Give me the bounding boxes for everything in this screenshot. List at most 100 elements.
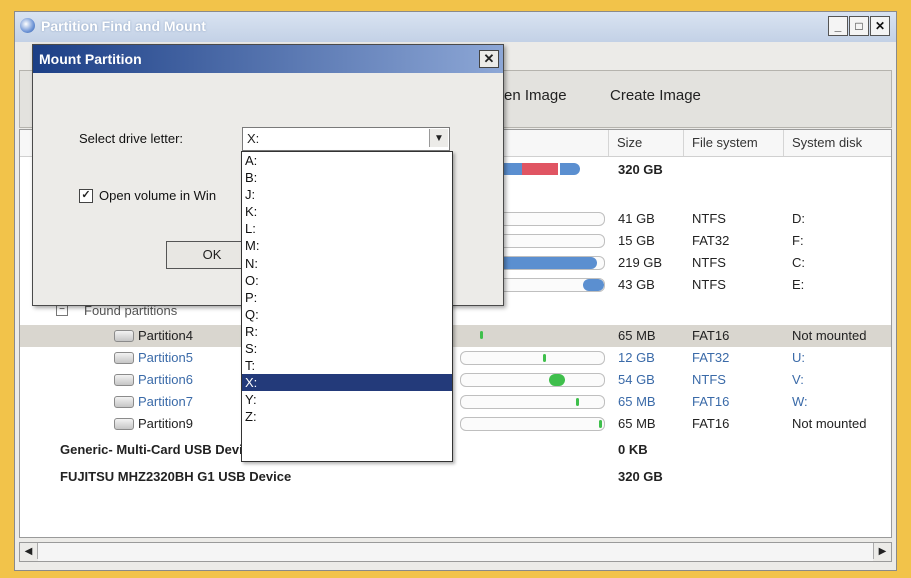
usage-tick xyxy=(599,420,602,428)
dialog-close-icon[interactable]: ✕ xyxy=(479,50,499,68)
disk-usage-bar xyxy=(490,163,602,175)
partition-fs: FAT16 xyxy=(692,416,730,431)
partition-size: 41 GB xyxy=(618,211,655,226)
drive-letter-option[interactable]: Q: xyxy=(242,306,452,323)
chevron-down-icon[interactable]: ▼ xyxy=(429,129,448,147)
partition-name: Partition7 xyxy=(138,394,193,409)
usage-bar xyxy=(460,351,605,365)
usage-tick xyxy=(480,331,483,339)
drive-icon xyxy=(114,418,134,430)
drive-letter-option[interactable]: A: xyxy=(242,152,452,169)
drive-letter-option-selected[interactable]: X: xyxy=(242,374,452,392)
device-row[interactable]: FUJITSU MHZ2320BH G1 USB Device 320 GB xyxy=(20,466,891,488)
drive-letter-option[interactable]: L: xyxy=(242,220,452,237)
drive-letter-option[interactable]: P: xyxy=(242,289,452,306)
disk-size: 320 GB xyxy=(618,162,663,177)
partition-disk: Not mounted xyxy=(792,328,867,343)
partition-fs: NTFS xyxy=(692,277,726,292)
drive-letter-option[interactable]: K: xyxy=(242,203,452,220)
window-titlebar[interactable]: Partition Find and Mount _ □ ✕ xyxy=(15,12,896,42)
table-row[interactable]: Partition4 65 MB FAT16 Not mounted xyxy=(20,325,891,347)
device-row[interactable]: Generic- Multi-Card USB Device 0 KB xyxy=(20,439,891,461)
drive-icon xyxy=(114,374,134,386)
usage-tick xyxy=(576,398,579,406)
create-image-button[interactable]: Create Image xyxy=(610,87,701,104)
partition-name: Partition6 xyxy=(138,372,193,387)
scroll-track[interactable] xyxy=(38,543,873,561)
drive-letter-option[interactable]: J: xyxy=(242,186,452,203)
usage-bar xyxy=(460,395,605,409)
dialog-titlebar[interactable]: Mount Partition ✕ xyxy=(33,45,503,73)
partition-size: 15 GB xyxy=(618,233,655,248)
selected-letter: X: xyxy=(247,131,260,146)
drive-letter-option[interactable]: T: xyxy=(242,357,452,374)
drive-icon xyxy=(114,352,134,364)
column-file-system[interactable]: File system xyxy=(692,135,758,150)
drive-letter-dropdown[interactable]: A: B: J: K: L: M: N: O: P: Q: R: S: T: X… xyxy=(241,151,453,462)
column-size[interactable]: Size xyxy=(617,135,642,150)
drive-letter-option[interactable]: M: xyxy=(242,237,452,254)
table-row[interactable]: Partition9 65 MB FAT16 Not mounted xyxy=(20,413,891,435)
partition-name: Partition5 xyxy=(138,350,193,365)
partition-size: 54 GB xyxy=(618,372,655,387)
drive-icon xyxy=(114,396,134,408)
partition-name: Partition9 xyxy=(138,416,193,431)
drive-letter-option[interactable]: S: xyxy=(242,340,452,357)
partition-name: Partition4 xyxy=(138,328,193,343)
drive-letter-option[interactable]: O: xyxy=(242,272,452,289)
drive-letter-select[interactable]: X: ▼ xyxy=(242,127,450,151)
partition-disk: Not mounted xyxy=(792,416,867,431)
partition-size: 65 MB xyxy=(618,416,656,431)
partition-fs: FAT32 xyxy=(692,233,730,248)
disk-bar-segment xyxy=(560,163,580,175)
partition-size: 65 MB xyxy=(618,394,656,409)
dialog-title: Mount Partition xyxy=(39,51,142,67)
window-title: Partition Find and Mount xyxy=(41,18,206,34)
table-row[interactable]: Partition7 65 MB FAT16 W: xyxy=(20,391,891,413)
device-size: 320 GB xyxy=(618,469,663,484)
partition-size: 219 GB xyxy=(618,255,663,270)
partition-size: 65 MB xyxy=(618,328,656,343)
usage-bar xyxy=(460,373,605,387)
device-name: Generic- Multi-Card USB Device xyxy=(60,442,258,457)
table-row[interactable]: Partition5 12 GB FAT32 U: xyxy=(20,347,891,369)
usage-bar xyxy=(460,417,605,431)
open-volume-checkbox[interactable]: ✓ xyxy=(79,189,93,203)
partition-size: 12 GB xyxy=(618,350,655,365)
drive-letter-option[interactable]: Z: xyxy=(242,408,452,425)
drive-letter-option[interactable]: Y: xyxy=(242,391,452,408)
select-drive-label: Select drive letter: xyxy=(79,131,184,146)
drive-icon xyxy=(114,330,134,342)
partition-fs: NTFS xyxy=(692,372,726,387)
drive-letter-option[interactable]: B: xyxy=(242,169,452,186)
partition-disk: C: xyxy=(792,255,805,270)
partition-disk: U: xyxy=(792,350,805,365)
minimize-button[interactable]: _ xyxy=(828,16,848,36)
column-separator xyxy=(783,130,784,156)
device-name: FUJITSU MHZ2320BH G1 USB Device xyxy=(60,469,292,484)
table-row[interactable]: Partition6 54 GB NTFS V: xyxy=(20,369,891,391)
drive-letter-option[interactable]: N: xyxy=(242,255,452,272)
scroll-right-icon[interactable]: ▶ xyxy=(873,543,891,559)
window-controls: _ □ ✕ xyxy=(827,16,890,36)
partition-fs: FAT32 xyxy=(692,350,730,365)
horizontal-scrollbar[interactable]: ◀ ▶ xyxy=(19,542,892,562)
open-volume-label: Open volume in Win xyxy=(99,188,217,203)
partition-disk: W: xyxy=(792,394,808,409)
column-system-disk[interactable]: System disk xyxy=(792,135,862,150)
scroll-left-icon[interactable]: ◀ xyxy=(20,543,38,559)
partition-fs: NTFS xyxy=(692,211,726,226)
column-separator xyxy=(608,130,609,156)
partition-fs: FAT16 xyxy=(692,394,730,409)
maximize-button[interactable]: □ xyxy=(849,16,869,36)
usage-fill xyxy=(549,374,565,386)
app-disk-icon xyxy=(20,18,35,33)
partition-disk: V: xyxy=(792,372,804,387)
partition-fs: FAT16 xyxy=(692,328,730,343)
partition-fs: NTFS xyxy=(692,255,726,270)
device-size: 0 KB xyxy=(618,442,648,457)
partition-size: 43 GB xyxy=(618,277,655,292)
drive-letter-option[interactable]: R: xyxy=(242,323,452,340)
close-button[interactable]: ✕ xyxy=(870,16,890,36)
partition-disk: F: xyxy=(792,233,804,248)
